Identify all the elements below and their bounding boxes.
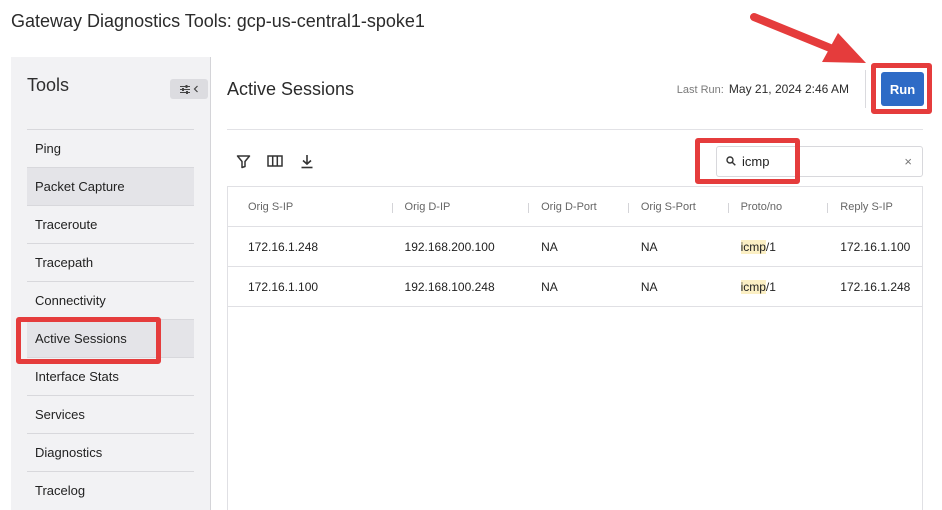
column-label: Orig S-Port [640, 200, 696, 213]
column-header-orig-d-ip[interactable]: Orig D-IP [391, 200, 529, 213]
sidebar-item-services[interactable]: Services [27, 395, 194, 433]
column-label: Orig D-Port [541, 200, 597, 213]
cell-orig-s-ip: 172.16.1.248 [248, 239, 319, 254]
column-label: Orig S-IP [248, 200, 294, 213]
cell-reply-s-ip: 172.16.1.100 [840, 239, 911, 254]
search-highlight: icmp [740, 279, 766, 294]
annotation-box-run [871, 63, 932, 114]
column-header-orig-s-ip[interactable]: Orig S-IP [228, 201, 392, 213]
filter-button[interactable] [234, 152, 252, 170]
cell-orig-s-ip: 172.16.1.100 [248, 279, 319, 294]
columns-button[interactable] [266, 152, 284, 170]
download-button[interactable] [298, 152, 316, 170]
sessions-table: Orig S-IP Orig D-IP Orig D-Port Orig S-P… [227, 186, 923, 510]
proto-number: /1 [765, 279, 776, 294]
page-title: Gateway Diagnostics Tools: gcp-us-centra… [11, 11, 425, 31]
tools-sidebar: Tools Ping Packet Capture Traceroute Tra… [11, 57, 211, 510]
sidebar-item-traceroute[interactable]: Traceroute [27, 205, 194, 243]
cell-proto: icmp/1 [728, 239, 828, 254]
annotation-box-search [695, 138, 800, 184]
column-header-reply-s-ip[interactable]: Reply S-IP [827, 201, 922, 213]
table-header: Orig S-IP Orig D-IP Orig D-Port Orig S-P… [228, 187, 922, 227]
column-label: Orig D-IP [404, 200, 451, 213]
table-row[interactable]: 172.16.1.248 192.168.200.100 NA NA icmp/… [228, 227, 922, 267]
columns-icon [267, 155, 283, 167]
cell-reply-s-ip: 172.16.1.248 [840, 279, 911, 294]
filter-icon [236, 154, 250, 168]
sidebar-item-ping[interactable]: Ping [27, 129, 194, 167]
collapse-sidebar-button[interactable] [170, 79, 208, 99]
column-label: Proto/no [740, 200, 783, 213]
sidebar-item-tracepath[interactable]: Tracepath [27, 243, 194, 281]
table-row[interactable]: 172.16.1.100 192.168.100.248 NA NA icmp/… [228, 267, 922, 307]
section-title: Active Sessions [227, 79, 355, 99]
last-run-label: Last Run: [676, 84, 724, 96]
cell-proto: icmp/1 [728, 279, 828, 294]
sidebar-item-packet-capture[interactable]: Packet Capture [27, 167, 194, 205]
proto-number: /1 [765, 239, 776, 254]
sidebar-item-diagnostics[interactable]: Diagnostics [27, 433, 194, 471]
sidebar-header: Tools [27, 75, 70, 95]
cell-orig-d-ip: 192.168.200.100 [404, 239, 495, 254]
column-header-proto[interactable]: Proto/no [727, 200, 828, 213]
cell-orig-s-port: NA [640, 279, 658, 294]
column-label: Reply S-IP [840, 200, 893, 213]
cell-orig-s-port: NA [640, 239, 658, 254]
annotation-box-active-sessions [16, 317, 161, 364]
chevron-left-icon [193, 85, 198, 93]
download-icon [301, 154, 313, 168]
last-run-value: May 21, 2024 2:46 AM [728, 82, 849, 96]
search-highlight: icmp [740, 239, 766, 254]
sidebar-item-connectivity[interactable]: Connectivity [27, 281, 194, 319]
column-header-orig-s-port[interactable]: Orig S-Port [627, 200, 728, 213]
table-toolbar [234, 152, 316, 170]
cell-orig-d-port: NA [541, 239, 558, 254]
cell-orig-d-port: NA [541, 279, 558, 294]
close-icon[interactable]: × [904, 154, 912, 169]
last-run: Last Run: May 21, 2024 2:46 AM [677, 82, 849, 96]
cell-orig-d-ip: 192.168.100.248 [404, 279, 495, 294]
header-divider [865, 70, 866, 108]
sliders-icon [179, 84, 190, 94]
header-separator [227, 129, 923, 130]
sidebar-item-tracelog[interactable]: Tracelog [27, 471, 194, 509]
column-header-orig-d-port[interactable]: Orig D-Port [528, 201, 628, 213]
